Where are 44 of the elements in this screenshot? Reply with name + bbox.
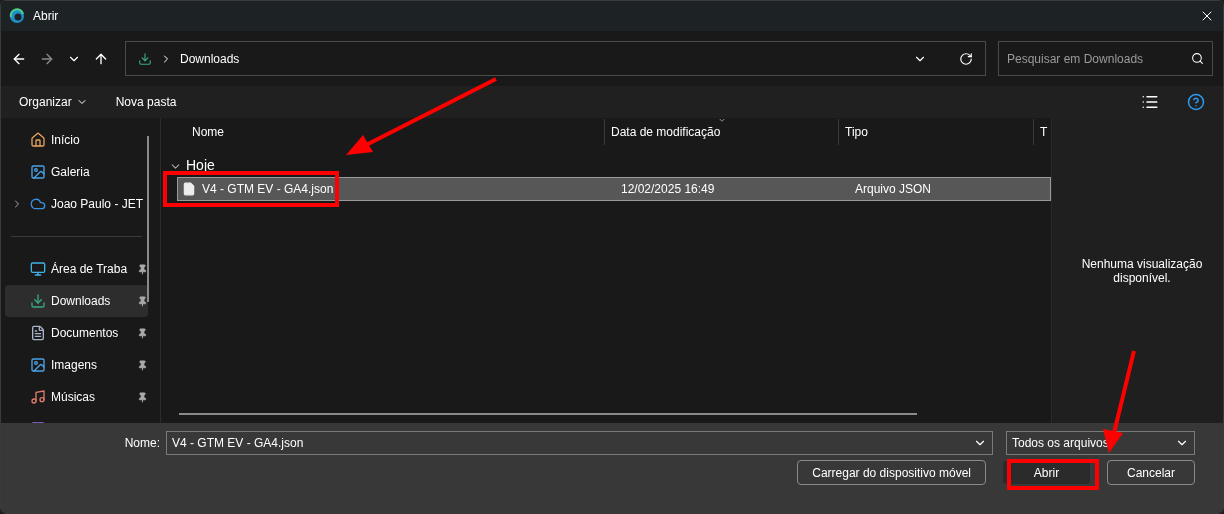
organize-menu[interactable]: Organizar (19, 95, 88, 109)
group-header[interactable]: Hoje (161, 145, 1051, 175)
column-header[interactable]: Nome (161, 119, 604, 145)
pin-icon (137, 327, 148, 339)
sidebar-item[interactable]: Músicas (5, 381, 148, 413)
file-name-field[interactable]: V4 - GTM EV - GA4.json (166, 431, 993, 455)
download-icon (30, 293, 46, 309)
image-icon (30, 164, 46, 180)
file-icon (182, 182, 196, 196)
download-icon (138, 51, 152, 66)
preview-message: Nenhuma visualização disponível. (1080, 256, 1204, 285)
column-header[interactable]: Data de modificação (604, 119, 838, 145)
name-label: Nome: (124, 436, 160, 450)
image-icon (30, 357, 46, 373)
browser-logo-icon (9, 8, 25, 24)
pin-icon (137, 391, 148, 403)
pin-icon (137, 359, 148, 371)
file-row[interactable]: V4 - GTM EV - GA4.json 12/02/2025 16:49 Arquivo JSON (177, 177, 1051, 201)
window-title: Abrir (33, 9, 60, 23)
help-icon[interactable] (1187, 93, 1205, 111)
view-list-icon[interactable] (1141, 93, 1159, 111)
new-folder-button[interactable]: Nova pasta (115, 95, 177, 109)
sidebar-item[interactable]: Downloads (5, 285, 148, 317)
search-icon (1191, 52, 1204, 65)
pin-icon (137, 295, 148, 307)
pin-icon (137, 263, 148, 275)
sidebar-item[interactable]: Área de Traba (5, 253, 148, 285)
music-note-icon (30, 389, 46, 405)
search-field[interactable]: Pesquisar em Downloads (998, 41, 1213, 76)
document-icon (30, 325, 46, 341)
cloud-icon (30, 196, 46, 212)
address-bar[interactable]: Downloads (125, 41, 986, 76)
refresh-icon[interactable] (959, 51, 973, 66)
sidebar-item[interactable]: Joao Paulo - JET (5, 188, 148, 220)
path-text: Downloads (180, 51, 241, 66)
dialog-button[interactable]: Cancelar (1107, 460, 1195, 485)
sidebar-item[interactable]: Documentos (5, 317, 148, 349)
sidebar-item[interactable]: Galeria (5, 156, 148, 188)
sidebar-item[interactable]: Imagens (5, 349, 148, 381)
monitor-icon (30, 261, 46, 277)
house-icon (30, 132, 46, 148)
sidebar-item[interactable]: Início (5, 124, 148, 156)
column-header[interactable]: Tipo (838, 119, 1033, 145)
dialog-button[interactable]: Carregar do dispositivo móvel (797, 460, 986, 485)
